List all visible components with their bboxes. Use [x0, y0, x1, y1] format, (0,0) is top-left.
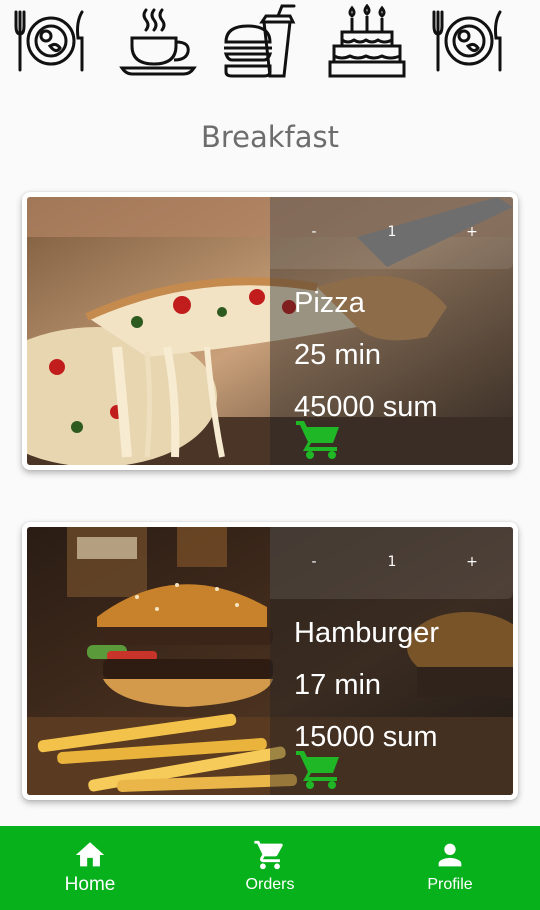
nav-profile[interactable]: Profile: [360, 826, 540, 910]
food-name: Hamburger: [294, 617, 440, 649]
section-title: Breakfast: [200, 120, 340, 154]
card-info-panel: - 1 + Pizza 25 min 45000 sum: [270, 197, 513, 465]
quantity-value: 1: [387, 554, 397, 570]
bottom-navigation: Home Orders Profile: [0, 826, 540, 910]
food-time: 17 min: [294, 669, 382, 701]
quantity-stepper: - 1 +: [270, 527, 513, 599]
plate-cutlery-icon[interactable]: [10, 4, 92, 78]
increment-button[interactable]: +: [465, 223, 479, 241]
quantity-stepper: - 1 +: [270, 197, 513, 269]
cart-icon[interactable]: [296, 747, 342, 789]
nav-home[interactable]: Home: [0, 826, 180, 910]
plate-cutlery-icon[interactable]: [428, 4, 510, 78]
nav-orders-label: Orders: [245, 876, 295, 893]
person-icon: [438, 843, 462, 867]
food-name: Pizza: [294, 287, 365, 319]
nav-profile-label: Profile: [427, 876, 473, 893]
birthday-cake-icon[interactable]: [326, 4, 408, 78]
home-icon: [75, 842, 105, 867]
cart-icon: [254, 840, 283, 870]
food-time: 25 min: [294, 339, 382, 371]
coffee-cup-icon[interactable]: [118, 4, 200, 78]
food-card[interactable]: - 1 + Pizza 25 min 45000 sum: [22, 192, 518, 470]
nav-home-label: Home: [64, 874, 116, 895]
food-card[interactable]: - 1 + Hamburger 17 min 15000 sum: [22, 522, 518, 800]
nav-orders[interactable]: Orders: [180, 826, 360, 910]
cart-icon[interactable]: [296, 417, 342, 459]
decrement-button[interactable]: -: [307, 223, 321, 241]
decrement-button[interactable]: -: [307, 553, 321, 571]
quantity-value: 1: [387, 224, 397, 240]
card-info-panel: - 1 + Hamburger 17 min 15000 sum: [270, 527, 513, 795]
increment-button[interactable]: +: [465, 553, 479, 571]
category-bar: [0, 0, 540, 82]
burger-drink-icon[interactable]: [218, 4, 300, 78]
